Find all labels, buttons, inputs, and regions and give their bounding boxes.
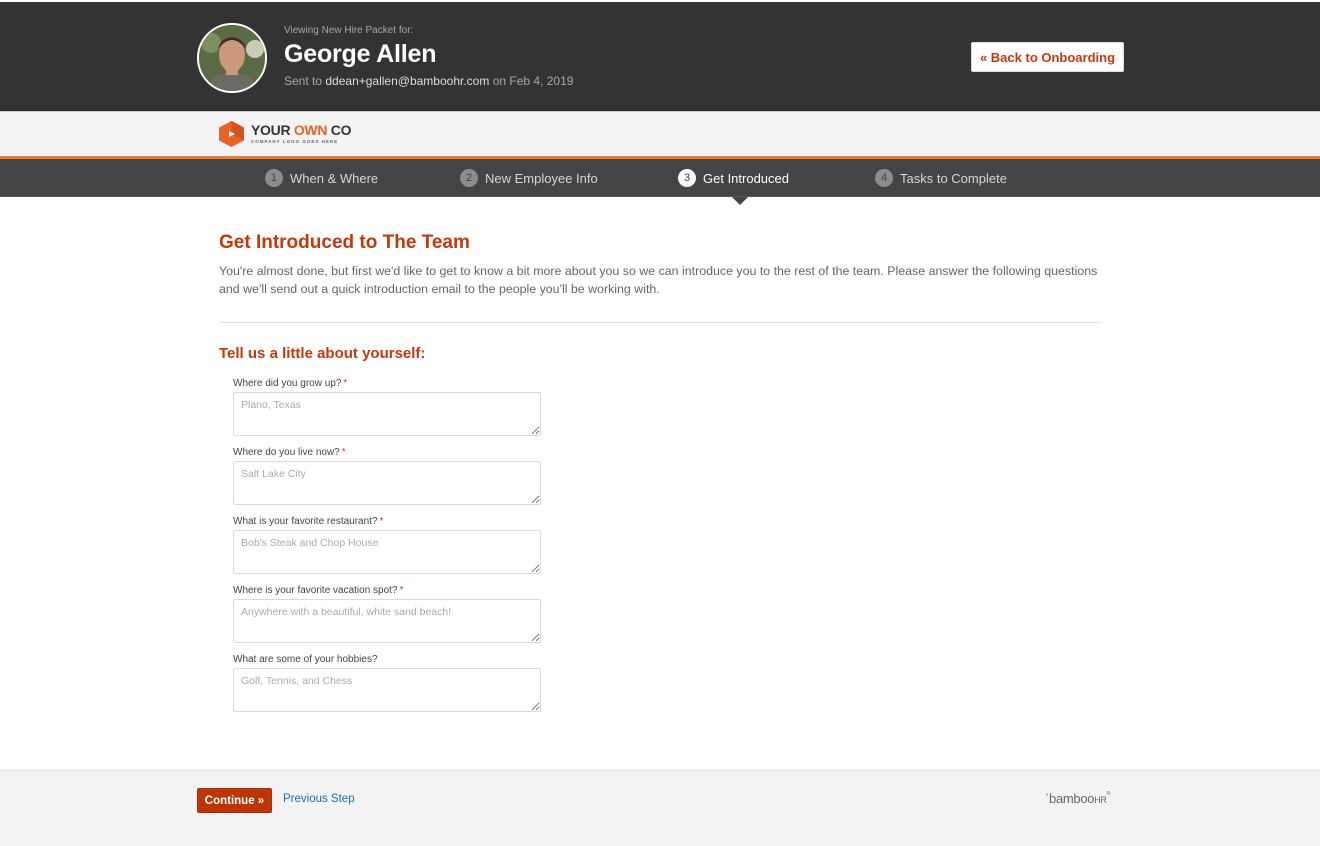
previous-step-link[interactable]: Previous Step bbox=[283, 793, 355, 805]
company-logo: YOUR OWN CO COMPANY LOGO GOES HERE bbox=[218, 120, 351, 148]
step-get-introduced[interactable]: 3 Get Introduced bbox=[678, 159, 789, 197]
live-now-input[interactable] bbox=[233, 461, 541, 505]
active-step-pointer-icon bbox=[732, 197, 748, 205]
logo-tagline: COMPANY LOGO GOES HERE bbox=[251, 139, 339, 144]
field-hobbies: What are some of your hobbies? bbox=[233, 654, 541, 717]
required-marker: * bbox=[399, 585, 404, 596]
step-when-where[interactable]: 1 When & Where bbox=[265, 159, 378, 197]
employee-photo-icon bbox=[199, 25, 265, 91]
step-label: Get Introduced bbox=[703, 170, 789, 186]
grow-up-input[interactable] bbox=[233, 392, 541, 436]
step-label: New Employee Info bbox=[485, 170, 598, 186]
hobbies-input[interactable] bbox=[233, 668, 541, 712]
company-logo-band: YOUR OWN CO COMPANY LOGO GOES HERE bbox=[0, 111, 1320, 156]
step-number-badge: 3 bbox=[678, 169, 696, 187]
employee-name: George Allen bbox=[284, 40, 437, 68]
footer-bar: Continue » Previous Step ˋbambooHR® bbox=[0, 770, 1320, 846]
sent-date: on Feb 4, 2019 bbox=[492, 74, 574, 88]
required-marker: * bbox=[379, 516, 384, 527]
required-marker: * bbox=[341, 447, 346, 458]
step-number-badge: 4 bbox=[875, 169, 893, 187]
viewing-label: Viewing New Hire Packet for: bbox=[284, 25, 414, 36]
field-favorite-restaurant: What is your favorite restaurant? * bbox=[233, 516, 541, 579]
step-label: Tasks to Complete bbox=[900, 170, 1007, 186]
logo-wordmark: YOUR OWN CO bbox=[251, 122, 352, 138]
back-to-onboarding-button[interactable]: « Back to Onboarding bbox=[971, 42, 1124, 72]
field-grow-up: Where did you grow up? * bbox=[233, 378, 541, 441]
field-vacation-spot: Where is your favorite vacation spot? * bbox=[233, 585, 541, 648]
step-number-badge: 1 bbox=[265, 169, 283, 187]
required-marker: * bbox=[343, 378, 348, 389]
sent-prefix: Sent to bbox=[284, 74, 323, 88]
field-label: Where is your favorite vacation spot? * bbox=[233, 585, 404, 596]
step-label: When & Where bbox=[290, 170, 379, 186]
employee-avatar bbox=[197, 23, 267, 93]
field-live-now: Where do you live now? * bbox=[233, 447, 541, 510]
section-title: Tell us a little about yourself: bbox=[219, 345, 426, 362]
step-new-employee-info[interactable]: 2 New Employee Info bbox=[460, 159, 598, 197]
intro-text: You're almost done, but first we'd like … bbox=[219, 264, 1098, 296]
bamboohr-logo: ˋbambooHR® bbox=[1045, 791, 1111, 806]
hexagon-play-icon bbox=[219, 121, 244, 147]
section-divider bbox=[219, 322, 1102, 323]
vacation-spot-input[interactable] bbox=[233, 599, 541, 643]
field-label: What are some of your hobbies? bbox=[233, 654, 378, 665]
page-title: Get Introduced to The Team bbox=[219, 232, 470, 253]
field-label: What is your favorite restaurant? * bbox=[233, 516, 384, 527]
new-hire-header: Viewing New Hire Packet for: George Alle… bbox=[0, 2, 1320, 111]
step-navigation: 1 When & Where 2 New Employee Info 3 Get… bbox=[0, 159, 1320, 197]
sent-email: ddean+gallen@bamboohr.com bbox=[325, 74, 490, 88]
step-number-badge: 2 bbox=[460, 169, 478, 187]
favorite-restaurant-input[interactable] bbox=[233, 530, 541, 574]
field-label: Where do you live now? * bbox=[233, 447, 346, 458]
field-label: Where did you grow up? * bbox=[233, 378, 348, 389]
sent-info: Sent to ddean+gallen@bamboohr.com on Feb… bbox=[284, 74, 573, 88]
continue-button[interactable]: Continue » bbox=[197, 788, 272, 813]
step-tasks-to-complete[interactable]: 4 Tasks to Complete bbox=[875, 159, 1007, 197]
